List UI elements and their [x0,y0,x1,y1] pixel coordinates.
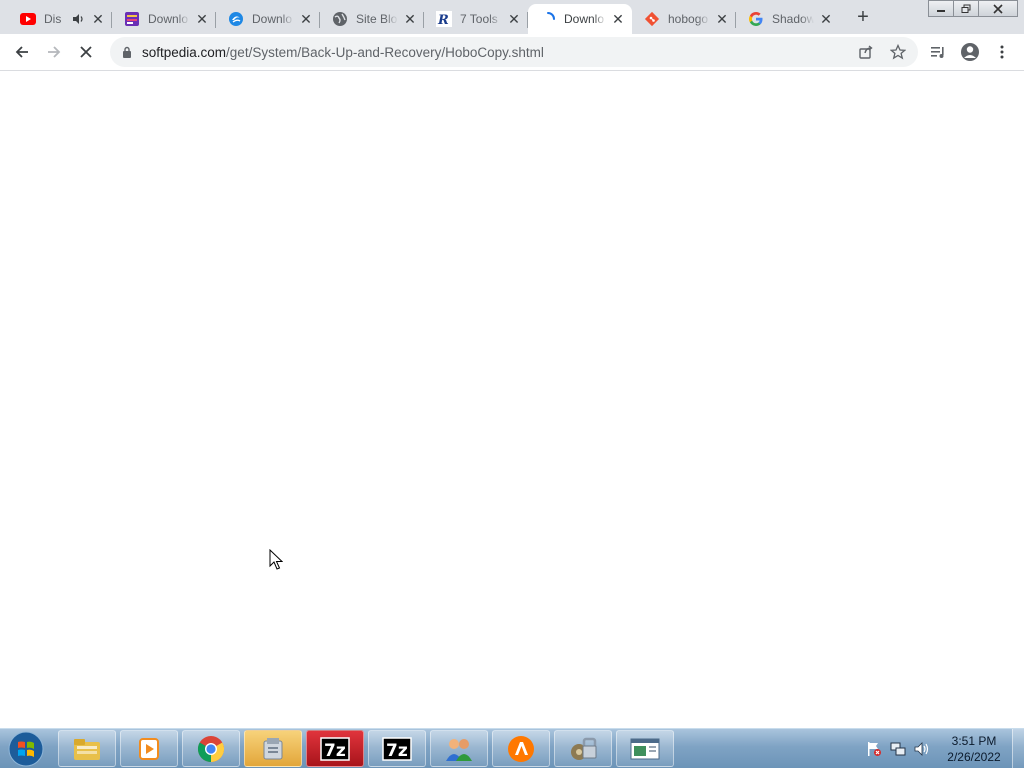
clock[interactable]: 3:51 PM 2/26/2022 [938,733,1010,765]
more-vert-icon [1000,45,1004,59]
windows-logo-icon [8,731,44,767]
back-button[interactable] [8,38,36,66]
loading-spinner-icon [540,11,556,27]
window-app-icon [630,738,660,759]
7zip-icon: 7z [382,736,412,761]
plus-icon: + [857,5,869,28]
tab-youtube[interactable]: Dis ✕ [8,4,112,34]
tab-close-icon[interactable]: ✕ [714,11,730,27]
audio-playing-icon[interactable] [72,13,86,25]
tab-title: 7 Tools [460,12,498,26]
taskbar-users[interactable] [430,730,488,767]
avatar-icon [961,43,979,61]
clock-time: 3:51 PM [951,734,997,748]
taskbar-7zip-active[interactable]: 7z [306,730,364,767]
media-control-button[interactable] [924,38,952,66]
taskbar-archive-manager[interactable] [244,730,302,767]
globe-icon [332,11,348,27]
url-text: softpedia.com/get/System/Back-Up-and-Rec… [142,45,544,60]
google-icon [748,11,764,27]
tab-title: Downlo [564,12,605,26]
tab-title: hobogo [668,12,709,26]
minimize-icon [937,9,945,12]
tab-shadow-google[interactable]: Shadow ✕ [736,4,840,34]
chrome-icon [197,735,225,762]
network-icon[interactable] [890,741,906,757]
tab-site-blocker[interactable]: Site Blo ✕ [320,4,424,34]
tab-close-icon[interactable]: ✕ [402,11,418,27]
profile-button[interactable] [956,38,984,66]
taskbar-avast[interactable] [492,730,550,767]
tab-strip: Dis ✕ Downlo ✕ Downlo ✕ Site Blo ✕ R 7 T… [0,0,1024,34]
close-icon [993,3,1003,14]
7zip-icon: 7z [320,736,350,761]
taskbar-chrome[interactable] [182,730,240,767]
tab-download-1[interactable]: Downlo ✕ [112,4,216,34]
avast-icon [508,735,534,762]
url-domain: softpedia.com [142,44,227,60]
new-tab-button[interactable]: + [851,6,875,28]
lock-icon[interactable] [120,46,134,58]
windows-taskbar: 7z 7z 3:51 PM 2/26/2022 [0,728,1024,769]
restore-icon [961,4,971,13]
playlist-icon [931,47,944,58]
tab-title: Downlo [252,12,293,26]
arrow-right-icon [48,46,61,58]
forward-button[interactable] [40,38,68,66]
svg-text:7z: 7z [386,741,408,761]
close-icon [80,46,92,58]
users-icon [446,738,472,761]
address-bar[interactable]: softpedia.com/get/System/Back-Up-and-Rec… [110,37,918,67]
tab-title: Site Blo [356,12,398,26]
minimize-button[interactable] [928,0,954,17]
stop-loading-button[interactable] [72,38,100,66]
volume-icon[interactable] [914,741,930,757]
r-logo-icon: R [436,11,452,27]
tab-close-icon[interactable]: ✕ [818,11,834,27]
taskbar-window-app[interactable] [616,730,674,767]
browser-toolbar: softpedia.com/get/System/Back-Up-and-Rec… [0,34,1024,71]
start-button[interactable] [6,730,46,768]
tab-7-tools[interactable]: R 7 Tools ✕ [424,4,528,34]
archive-manager-icon [263,737,283,759]
git-icon [644,11,660,27]
svg-text:7z: 7z [324,741,346,761]
tab-close-icon[interactable]: ✕ [194,11,210,27]
restore-button[interactable] [953,0,979,17]
tab-close-icon[interactable]: ✕ [298,11,314,27]
share-icon[interactable] [856,42,876,62]
star-icon[interactable] [888,42,908,62]
tab-hobogo[interactable]: hobogo ✕ [632,4,736,34]
url-path: /get/System/Back-Up-and-Recovery/HoboCop… [226,44,544,60]
tab-title: Downlo [148,12,189,26]
tab-download-2[interactable]: Downlo ✕ [216,4,320,34]
media-player-icon [139,737,159,760]
page-content [0,71,1024,728]
tab-download-active[interactable]: Downlo ✕ [528,4,632,34]
mouse-cursor-icon [269,549,283,570]
chrome-menu-button[interactable] [988,38,1016,66]
download-blue-icon [228,11,244,27]
tab-close-icon[interactable]: ✕ [610,11,626,27]
download-site-icon [124,11,140,27]
svg-text:R: R [437,13,449,27]
action-center-flag-icon[interactable] [866,741,882,757]
tab-title: Dis [44,12,62,26]
taskbar-windows-explorer[interactable] [58,730,116,767]
security-settings-icon [571,737,597,760]
arrow-left-icon [15,46,28,58]
tab-close-icon[interactable]: ✕ [506,11,522,27]
tab-title: Shadow [772,12,814,26]
tab-close-icon[interactable]: ✕ [90,11,106,27]
taskbar-7zip[interactable]: 7z [368,730,426,767]
taskbar-security-settings[interactable] [554,730,612,767]
show-desktop-button[interactable] [1012,729,1024,769]
windows-explorer-icon [74,738,100,760]
taskbar-media-player[interactable] [120,730,178,767]
close-window-button[interactable] [978,0,1018,17]
clock-date: 2/26/2022 [947,750,1001,764]
youtube-icon [20,11,36,27]
